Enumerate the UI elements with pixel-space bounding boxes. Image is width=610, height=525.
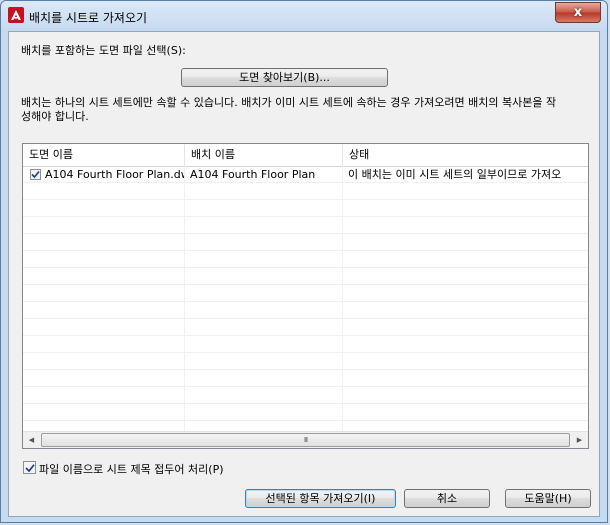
help-button[interactable]: 도움말(H) xyxy=(505,489,591,508)
empty-row xyxy=(23,217,588,234)
list-rows: A104 Fourth Floor Plan.dwg A104 Fourth F… xyxy=(23,166,588,431)
table-row[interactable]: A104 Fourth Floor Plan.dwg A104 Fourth F… xyxy=(23,166,588,183)
horizontal-scrollbar[interactable]: ◀ III ▶ xyxy=(23,431,588,448)
cell-layout-name: A104 Fourth Floor Plan xyxy=(190,166,343,183)
empty-row xyxy=(23,200,588,217)
column-layout-name[interactable]: 배치 이름 xyxy=(185,144,343,166)
prefix-title-label[interactable]: 파일 이름으로 시트 제목 접두어 처리(P) xyxy=(39,461,224,477)
empty-row xyxy=(23,234,588,251)
select-file-label: 배치를 포함하는 도면 파일 선택(S): xyxy=(21,44,186,57)
empty-row xyxy=(23,353,588,370)
close-icon: x xyxy=(573,5,583,20)
autocad-a-icon[interactable] xyxy=(8,7,24,23)
prefix-title-checkbox[interactable] xyxy=(23,461,36,474)
window-title: 배치를 시트로 가져오기 xyxy=(29,11,148,25)
list-header: 도면 이름 배치 이름 상태 xyxy=(23,144,588,167)
empty-row xyxy=(23,285,588,302)
close-button[interactable]: x xyxy=(555,2,601,23)
empty-row xyxy=(23,183,588,200)
scroll-left-icon[interactable]: ◀ xyxy=(23,432,40,448)
empty-row xyxy=(23,302,588,319)
empty-row xyxy=(23,387,588,404)
checkmark-icon xyxy=(31,170,40,179)
scroll-right-icon[interactable]: ▶ xyxy=(571,432,588,448)
empty-row xyxy=(23,319,588,336)
grip-icon: III xyxy=(303,436,308,444)
empty-row xyxy=(23,370,588,387)
scrollbar-thumb[interactable]: III xyxy=(41,433,570,447)
empty-row xyxy=(23,336,588,353)
description-text: 배치는 하나의 시트 세트에만 속할 수 있습니다. 배치가 이미 시트 세트에… xyxy=(21,96,557,123)
browse-drawings-button[interactable]: 도면 찾아보기(B)... xyxy=(181,68,388,87)
checkmark-icon xyxy=(24,463,35,472)
empty-row xyxy=(23,404,588,421)
cell-drawing-name: A104 Fourth Floor Plan.dwg xyxy=(45,166,185,183)
empty-row xyxy=(23,251,588,268)
column-status[interactable]: 상태 xyxy=(343,144,588,166)
cancel-button[interactable]: 취소 xyxy=(404,489,490,508)
dialog-window: 배치를 시트로 가져오기 x 배치를 포함하는 도면 파일 선택(S): 도면 … xyxy=(0,0,608,523)
import-selected-button[interactable]: 선택된 항목 가져오기(I) xyxy=(245,489,396,508)
dialog-body: 배치를 포함하는 도면 파일 선택(S): 도면 찾아보기(B)... 배치는 … xyxy=(8,31,600,517)
title-bar[interactable]: 배치를 시트로 가져오기 x xyxy=(1,1,607,31)
layout-list[interactable]: 도면 이름 배치 이름 상태 A104 Fourth Floor Plan.dw… xyxy=(22,143,589,449)
empty-row xyxy=(23,268,588,285)
cell-status: 이 배치는 이미 시트 세트의 일부이므로 가져오 xyxy=(348,168,562,181)
row-checkbox[interactable] xyxy=(30,169,41,180)
column-drawing-name[interactable]: 도면 이름 xyxy=(23,144,185,166)
